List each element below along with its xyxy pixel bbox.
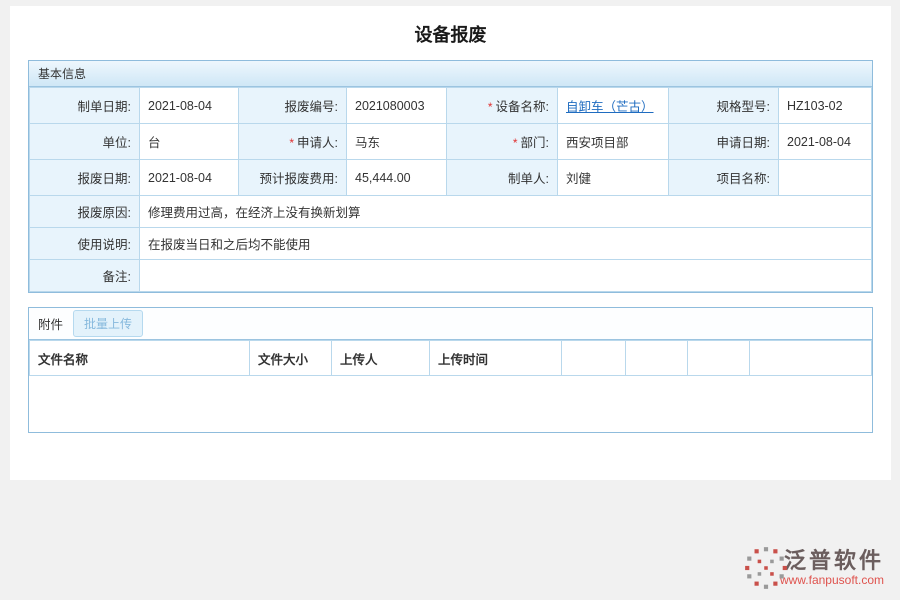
project-name-label-text: 项目名称:	[717, 172, 770, 186]
usage-note-value: 在报废当日和之后均不能使用	[140, 228, 872, 260]
apply-date-label-text: 申请日期:	[717, 136, 770, 150]
col-uploader: 上传人	[332, 341, 430, 376]
attachments-header-row: 文件名称 文件大小 上传人 上传时间	[30, 341, 872, 376]
make-date-label-text: 制单日期:	[78, 100, 131, 114]
attachments-section: 附件 批量上传 文件名称 文件大小 上传人 上传时间	[28, 307, 873, 433]
scrap-number-label-text: 报废编号:	[285, 100, 338, 114]
scrap-number-value: 2021080003	[347, 88, 447, 124]
attachments-header: 附件 批量上传	[29, 308, 872, 340]
basic-info-table: 制单日期: 2021-08-04 报废编号: 2021080003 *设备名称:…	[29, 87, 872, 292]
unit-label: 单位:	[30, 124, 140, 160]
col-empty-3	[688, 341, 750, 376]
col-file-name: 文件名称	[30, 341, 250, 376]
estimated-cost-label: 预计报废费用:	[239, 160, 347, 196]
applicant-label-text: 申请人:	[297, 136, 338, 150]
scrap-date-value: 2021-08-04	[140, 160, 239, 196]
device-name-label-text: 设备名称:	[496, 100, 549, 114]
make-date-value: 2021-08-04	[140, 88, 239, 124]
form-row-remark: 备注:	[30, 260, 872, 292]
spec-model-value: HZ103-02	[779, 88, 872, 124]
attachments-empty-area	[30, 376, 872, 432]
form-panel: 设备报废 基本信息 制单日期: 2021-08-04 报废编号: 2021080…	[10, 6, 891, 480]
device-name-value: 自卸车（芒古）	[558, 88, 669, 124]
remark-label-text: 备注:	[103, 270, 131, 284]
spec-model-label-text: 规格型号:	[717, 100, 770, 114]
estimated-cost-value: 45,444.00	[347, 160, 447, 196]
department-value: 西安项目部	[558, 124, 669, 160]
scrap-reason-label-text: 报废原因:	[78, 206, 131, 220]
usage-note-label: 使用说明:	[30, 228, 140, 260]
remark-value	[140, 260, 872, 292]
attachments-table: 文件名称 文件大小 上传人 上传时间	[29, 340, 872, 432]
creator-label-text: 制单人:	[508, 172, 549, 186]
unit-value: 台	[140, 124, 239, 160]
make-date-label: 制单日期:	[30, 88, 140, 124]
col-upload-time: 上传时间	[430, 341, 562, 376]
scrap-reason-label: 报废原因:	[30, 196, 140, 228]
remark-label: 备注:	[30, 260, 140, 292]
col-empty-4	[750, 341, 872, 376]
scrap-reason-value: 修理费用过高，在经济上没有换新划算	[140, 196, 872, 228]
form-row-3: 报废日期: 2021-08-04 预计报废费用: 45,444.00 制单人: …	[30, 160, 872, 196]
creator-value: 刘健	[558, 160, 669, 196]
department-label: *部门:	[447, 124, 558, 160]
basic-info-section: 基本信息 制单日期: 2021-08-04 报废编号: 2021080003 *…	[28, 60, 873, 293]
form-row-usage-note: 使用说明: 在报废当日和之后均不能使用	[30, 228, 872, 260]
form-row-1: 制单日期: 2021-08-04 报废编号: 2021080003 *设备名称:…	[30, 88, 872, 124]
basic-info-header: 基本信息	[29, 61, 872, 87]
brand-text: 泛普软件 www.fanpusoft.com	[780, 549, 884, 586]
usage-note-label-text: 使用说明:	[78, 238, 131, 252]
applicant-value: 马东	[347, 124, 447, 160]
required-marker: *	[513, 136, 518, 150]
scrap-date-label-text: 报废日期:	[78, 172, 131, 186]
estimated-cost-label-text: 预计报废费用:	[260, 172, 338, 186]
page-title: 设备报废	[10, 6, 891, 60]
col-file-size: 文件大小	[250, 341, 332, 376]
attachments-empty-row	[30, 376, 872, 432]
applicant-label: *申请人:	[239, 124, 347, 160]
attachments-title: 附件	[38, 314, 63, 333]
form-row-2: 单位: 台 *申请人: 马东 *部门: 西安项目部 申请日期: 2021-08-…	[30, 124, 872, 160]
apply-date-label: 申请日期:	[669, 124, 779, 160]
col-empty-1	[562, 341, 626, 376]
device-name-label: *设备名称:	[447, 88, 558, 124]
batch-upload-button[interactable]: 批量上传	[73, 310, 143, 337]
department-label-text: 部门:	[521, 136, 549, 150]
creator-label: 制单人:	[447, 160, 558, 196]
unit-label-text: 单位:	[103, 136, 131, 150]
device-name-link[interactable]: 自卸车（芒古）	[566, 100, 654, 114]
col-empty-2	[626, 341, 688, 376]
brand-name: 泛普软件	[780, 549, 884, 572]
project-name-value	[779, 160, 872, 196]
form-row-scrap-reason: 报废原因: 修理费用过高，在经济上没有换新划算	[30, 196, 872, 228]
required-marker: *	[289, 136, 294, 150]
required-marker: *	[488, 100, 493, 114]
spec-model-label: 规格型号:	[669, 88, 779, 124]
scrap-number-label: 报废编号:	[239, 88, 347, 124]
project-name-label: 项目名称:	[669, 160, 779, 196]
brand-footer: 泛普软件 www.fanpusoft.com	[742, 544, 884, 592]
apply-date-value: 2021-08-04	[779, 124, 872, 160]
fanpu-logo-icon	[742, 544, 790, 592]
brand-url[interactable]: www.fanpusoft.com	[780, 573, 884, 587]
scrap-date-label: 报废日期:	[30, 160, 140, 196]
